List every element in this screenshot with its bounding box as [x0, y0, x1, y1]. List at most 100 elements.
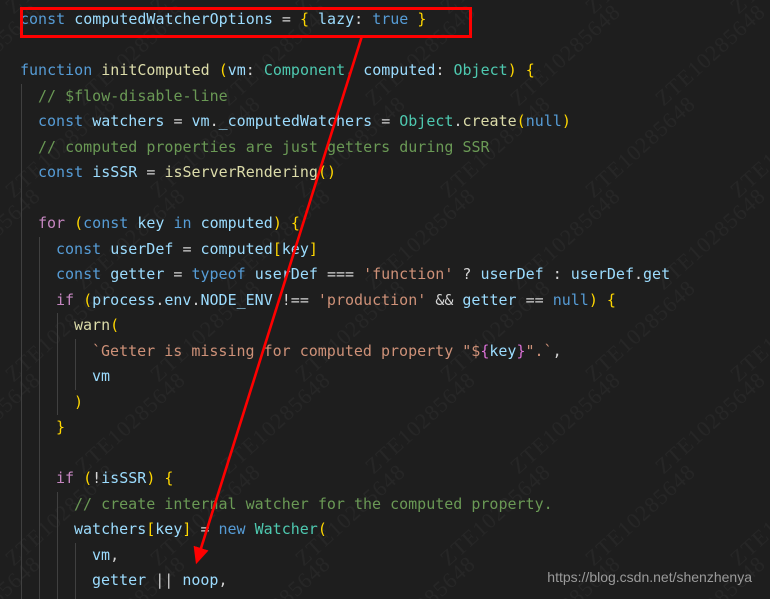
code-token: if [56, 469, 75, 487]
code-line[interactable]: `Getter is missing for computed property… [0, 339, 770, 365]
code-line[interactable]: if (process.env.NODE_ENV !== 'production… [0, 288, 770, 314]
code-token: isSSR [101, 469, 147, 487]
code-editor-content[interactable]: const computedWatcherOptions = { lazy: t… [0, 0, 770, 599]
code-token: vm [92, 367, 111, 385]
code-token: key [281, 239, 309, 258]
code-token: : [245, 61, 255, 79]
code-token: key [489, 341, 517, 360]
code-token: key [155, 520, 183, 538]
code-token: getter [462, 290, 517, 309]
code-token: for [38, 214, 66, 232]
code-token: Component [263, 61, 346, 79]
code-token: && [435, 290, 454, 309]
code-token: { [164, 469, 174, 487]
code-token: ) [507, 61, 517, 79]
code-line[interactable]: const isSSR = isServerRendering() [0, 160, 770, 186]
code-token: Object [399, 112, 454, 130]
code-token: create [462, 112, 517, 130]
code-line[interactable]: const userDef = computed[key] [0, 237, 770, 263]
code-line[interactable] [0, 186, 770, 212]
code-screenshot: ZTE10285648ZTE10285648ZTE10285648ZTE1028… [0, 0, 770, 599]
code-token: ( [74, 214, 84, 232]
code-token: = [281, 10, 291, 28]
code-token: const [83, 214, 129, 232]
code-line[interactable]: warn( [0, 313, 770, 339]
code-token: { [290, 214, 300, 232]
code-token: { [525, 61, 535, 79]
code-token: , [345, 61, 355, 79]
code-token: ( [83, 290, 93, 309]
code-token: : [354, 10, 364, 28]
code-token: Watcher [254, 520, 318, 538]
code-token: ( [110, 316, 120, 334]
code-line[interactable]: const getter = typeof userDef === 'funct… [0, 262, 770, 288]
code-token: } [417, 10, 427, 28]
code-token: // computed properties are just getters … [38, 137, 490, 156]
code-line[interactable]: for (const key in computed) { [0, 211, 770, 237]
code-line[interactable]: // create internal watcher for the compu… [0, 492, 770, 518]
code-token: ( [83, 469, 93, 487]
code-token: `Getter is missing for computed property… [92, 341, 481, 360]
code-token: } [56, 418, 66, 436]
code-line[interactable]: const watchers = vm._computedWatchers = … [0, 109, 770, 135]
code-line[interactable]: noop, [0, 594, 770, 599]
code-token: ) [588, 290, 598, 309]
code-token: ( [317, 163, 327, 181]
code-token: const [38, 112, 84, 130]
code-line[interactable]: function initComputed (vm: Component, co… [0, 58, 770, 84]
code-token: function [20, 61, 93, 79]
code-line[interactable]: } [0, 415, 770, 441]
code-token: { [299, 10, 309, 28]
code-token: [ [272, 239, 282, 258]
code-token: watchers [92, 112, 165, 130]
code-line[interactable]: ) [0, 390, 770, 416]
code-line[interactable]: if (!isSSR) { [0, 466, 770, 492]
code-line[interactable] [0, 33, 770, 59]
code-token: ( [516, 112, 526, 130]
code-token: ! [92, 469, 102, 487]
code-token: = [173, 112, 183, 130]
code-line[interactable]: const computedWatcherOptions = { lazy: t… [0, 7, 770, 33]
code-token: isServerRendering [164, 163, 318, 181]
code-token: const [38, 163, 84, 181]
code-token: in [173, 214, 192, 232]
csdn-blog-url-watermark: https://blog.csdn.net/shenzhenya [547, 569, 752, 585]
code-line[interactable]: vm [0, 364, 770, 390]
code-token: // $flow-disable-line [38, 86, 228, 105]
code-token: { [480, 341, 490, 360]
code-token: 'function' [363, 265, 454, 283]
code-line[interactable]: watchers[key] = new Watcher( [0, 517, 770, 543]
code-line[interactable]: // computed properties are just getters … [0, 135, 770, 161]
code-line[interactable] [0, 441, 770, 467]
code-token: typeof [191, 265, 246, 283]
code-token: const [20, 10, 66, 28]
code-line[interactable]: // $flow-disable-line [0, 84, 770, 110]
code-token: initComputed [101, 61, 210, 79]
code-token: , [218, 571, 228, 589]
code-token: isSSR [92, 163, 138, 181]
code-line[interactable]: vm, [0, 543, 770, 569]
code-token: noop [182, 571, 219, 589]
